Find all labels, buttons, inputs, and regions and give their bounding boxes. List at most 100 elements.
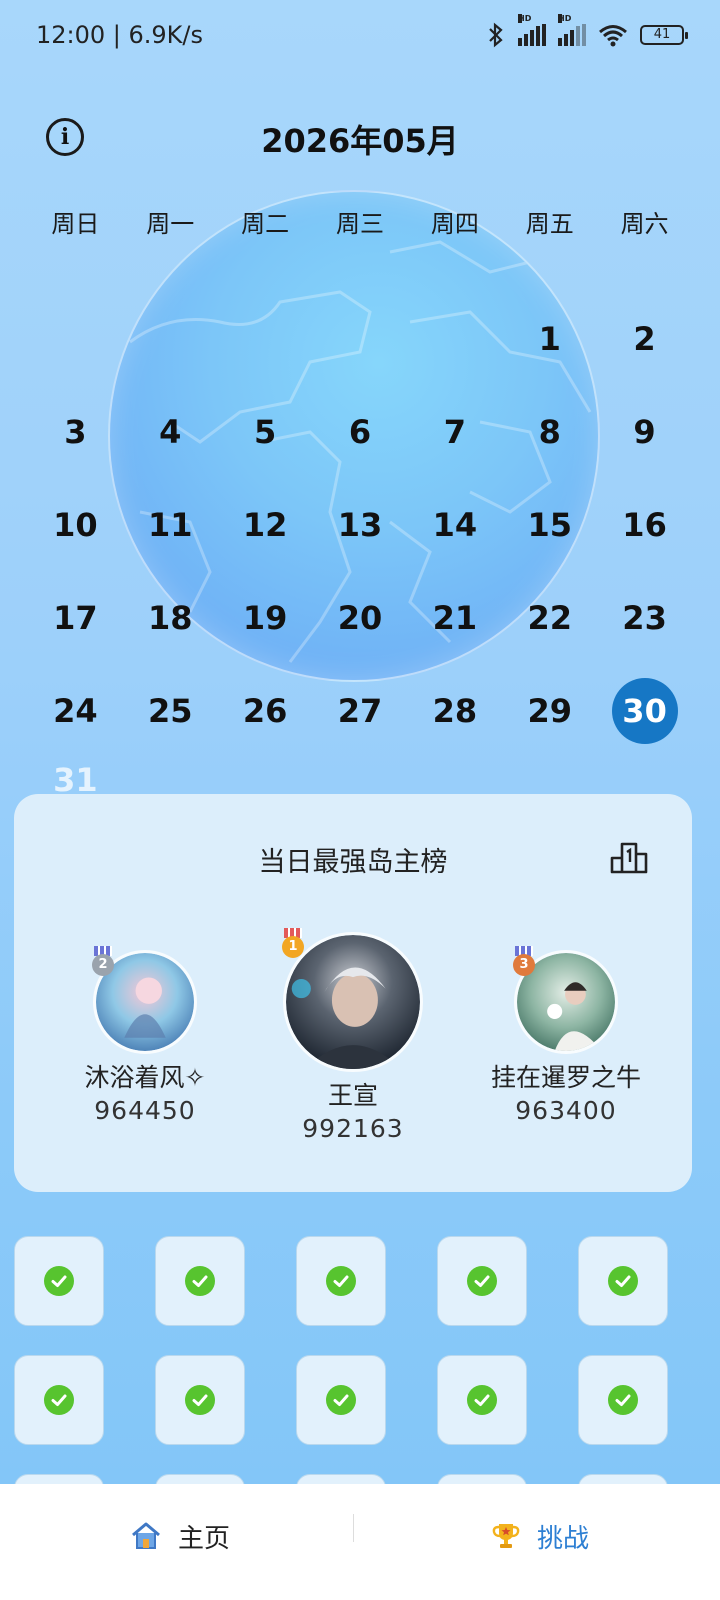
weekday-sat: 周六 — [620, 210, 669, 238]
calendar-day[interactable]: 17 — [28, 571, 123, 664]
daily-ranking-card: 当日最强岛主榜 2 沐浴着风✧ 964450 1 王宣 992163 3 挂在暹… — [14, 794, 692, 1192]
day-number: 20 — [337, 598, 383, 637]
day-number: 4 — [159, 412, 182, 451]
calendar-day[interactable]: 5 — [218, 385, 313, 478]
rank-player-2[interactable]: 2 沐浴着风✧ 964450 — [60, 946, 230, 1125]
rank-player-1[interactable]: 1 王宣 992163 — [268, 928, 438, 1143]
calendar-day[interactable]: 28 — [407, 664, 502, 757]
calendar-day-empty — [407, 292, 502, 385]
calendar-day[interactable]: 4 — [123, 385, 218, 478]
day-number: 23 — [622, 598, 667, 637]
weekday-tue: 周二 — [241, 210, 290, 238]
wifi-icon — [599, 25, 627, 47]
check-icon — [185, 1266, 215, 1296]
home-icon — [132, 1522, 160, 1549]
day-number: 15 — [527, 505, 572, 544]
calendar-day[interactable]: 12 — [218, 478, 313, 571]
nav-challenge[interactable]: 挑战 — [360, 1484, 720, 1600]
challenge-tile[interactable] — [437, 1355, 527, 1445]
calendar-day[interactable]: 22 — [502, 571, 597, 664]
calendar-day[interactable]: 21 — [407, 571, 502, 664]
day-number: 30 — [611, 677, 678, 744]
calendar-day-empty — [123, 292, 218, 385]
day-number: 19 — [242, 598, 288, 637]
day-number: 7 — [443, 412, 466, 451]
calendar-day[interactable]: 25 — [123, 664, 218, 757]
check-icon — [608, 1385, 638, 1415]
nav-home-label: 主页 — [177, 1523, 230, 1554]
check-icon — [608, 1266, 638, 1296]
calendar-day[interactable]: 16 — [597, 478, 692, 571]
calendar-day[interactable]: 24 — [28, 664, 123, 757]
day-number: 2 — [633, 319, 656, 358]
day-number: 11 — [148, 505, 193, 544]
calendar-day[interactable]: 10 — [28, 478, 123, 571]
calendar-day[interactable]: 9 — [597, 385, 692, 478]
month-title: 2026年05月 — [261, 122, 459, 160]
day-number: 28 — [432, 691, 478, 730]
player-name: 挂在暹罗之牛 — [490, 1063, 641, 1092]
day-number: 27 — [337, 691, 383, 730]
check-icon — [326, 1266, 356, 1296]
calendar-day[interactable]: 20 — [313, 571, 408, 664]
challenge-tile[interactable] — [155, 1355, 245, 1445]
day-number: 10 — [53, 505, 98, 544]
leaderboard-icon[interactable] — [610, 840, 648, 874]
nav-home[interactable]: 主页 — [0, 1484, 360, 1600]
battery-icon: 41 — [640, 25, 688, 45]
calendar-day[interactable]: 11 — [123, 478, 218, 571]
player-score: 964450 — [94, 1096, 196, 1125]
nav-divider — [353, 1514, 354, 1542]
day-number: 26 — [242, 691, 288, 730]
bottom-nav: 主页 挑战 — [0, 1484, 720, 1600]
calendar-day[interactable]: 6 — [313, 385, 408, 478]
calendar-day[interactable]: 14 — [407, 478, 502, 571]
calendar-day[interactable]: 19 — [218, 571, 313, 664]
day-number: 22 — [527, 598, 572, 637]
day-number: 3 — [64, 412, 87, 451]
challenge-tile[interactable] — [437, 1236, 527, 1326]
challenge-tile[interactable] — [155, 1236, 245, 1326]
calendar-days: 1 2 3 4 5 6 7 8 9 10 11 12 13 14 15 16 17 18 19 20 21 22 23 24 2… — [28, 292, 692, 850]
day-number: 25 — [148, 691, 193, 730]
calendar-header: i 2026年05月 — [0, 108, 720, 168]
calendar-day[interactable]: 2 — [597, 292, 692, 385]
challenge-tile[interactable] — [296, 1355, 386, 1445]
calendar-day[interactable]: 26 — [218, 664, 313, 757]
rank-player-3[interactable]: 3 挂在暹罗之牛 963400 — [466, 946, 666, 1125]
calendar-day[interactable]: 27 — [313, 664, 408, 757]
challenge-tile[interactable] — [14, 1236, 104, 1326]
day-number: 24 — [53, 691, 98, 730]
day-number: 17 — [53, 598, 98, 637]
challenge-tile[interactable] — [578, 1355, 668, 1445]
calendar-day[interactable]: 3 — [28, 385, 123, 478]
calendar-day[interactable]: 13 — [313, 478, 408, 571]
trophy-icon — [492, 1524, 520, 1548]
status-icons: HD HD 41 — [486, 14, 688, 48]
day-number: 8 — [538, 412, 561, 451]
calendar-day-selected[interactable]: 30 — [597, 664, 692, 757]
day-number: 21 — [432, 598, 478, 637]
check-icon — [185, 1385, 215, 1415]
day-number: 13 — [337, 505, 383, 544]
calendar-day[interactable]: 29 — [502, 664, 597, 757]
weekday-row: 周日 周一 周二 周三 周四 周五 周六 — [28, 204, 692, 239]
challenge-tile[interactable] — [14, 1355, 104, 1445]
calendar-day[interactable]: 8 — [502, 385, 597, 478]
day-number: 9 — [633, 412, 656, 451]
calendar-day[interactable]: 1 — [502, 292, 597, 385]
calendar-day-empty — [28, 292, 123, 385]
challenge-tile[interactable] — [578, 1236, 668, 1326]
cell-signal-icon-2: HD — [558, 14, 586, 46]
day-number: 1 — [538, 319, 561, 358]
check-icon — [326, 1385, 356, 1415]
calendar-day[interactable]: 15 — [502, 478, 597, 571]
status-bar: 12:00 | 6.9K/s HD HD 41 — [0, 0, 720, 70]
weekday-mon: 周一 — [146, 210, 195, 238]
challenge-tile[interactable] — [296, 1236, 386, 1326]
gold-medal-icon: 1 — [281, 928, 305, 958]
calendar-day[interactable]: 7 — [407, 385, 502, 478]
calendar-day[interactable]: 18 — [123, 571, 218, 664]
check-icon — [44, 1266, 74, 1296]
calendar-day[interactable]: 23 — [597, 571, 692, 664]
